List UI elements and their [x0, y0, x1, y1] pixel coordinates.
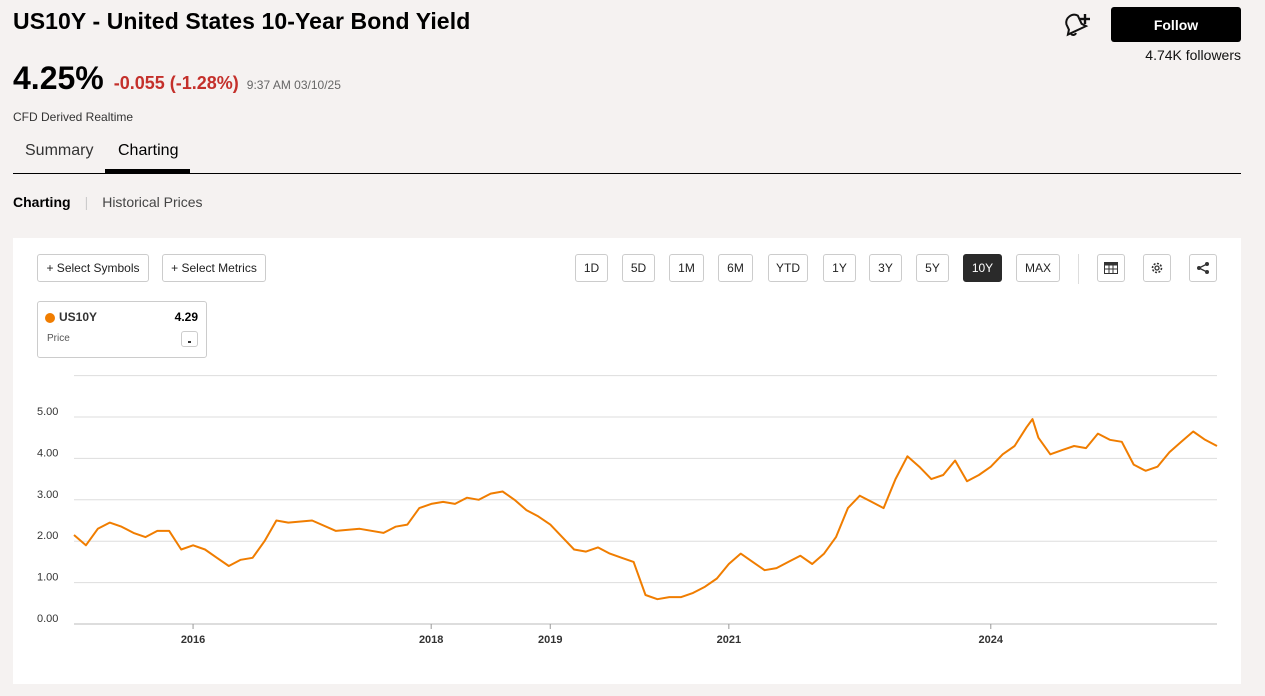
- follower-count: 4.74K followers: [1145, 47, 1241, 63]
- quote-row: 4.25% -0.055 (-1.28%) 9:37 AM 03/10/25: [13, 60, 341, 97]
- x-tick-label: 2024: [979, 634, 1004, 646]
- subnav-separator: |: [84, 194, 89, 210]
- x-tick-label: 2019: [538, 634, 562, 646]
- series-line: [73, 418, 1218, 601]
- tab-summary[interactable]: Summary: [25, 142, 93, 160]
- y-tick-label: 0.00: [37, 613, 58, 625]
- subnav: Charting | Historical Prices: [13, 194, 203, 210]
- chart-panel: + Select Symbols + Select Metrics 1D 5D …: [13, 238, 1241, 684]
- x-tick-label: 2021: [717, 634, 741, 646]
- data-source-note: CFD Derived Realtime: [13, 110, 134, 124]
- y-tick-label: 4.00: [37, 447, 58, 459]
- y-tick-label: 5.00: [37, 406, 58, 418]
- price-change: -0.055 (-1.28%): [113, 73, 239, 93]
- x-tick-label: 2018: [419, 634, 443, 646]
- tab-charting[interactable]: Charting: [118, 142, 178, 160]
- y-tick-label: 1.00: [37, 572, 58, 584]
- y-tick-label: 3.00: [37, 489, 58, 501]
- x-tick-label: 2016: [181, 634, 205, 646]
- active-tab-indicator: [105, 169, 190, 173]
- quote-timestamp: 9:37 AM 03/10/25: [246, 78, 341, 92]
- y-tick-label: 2.00: [37, 530, 58, 542]
- subnav-charting[interactable]: Charting: [13, 194, 71, 210]
- yield-line-chart: 5.00 4.00 3.00 2.00 1.00 0.00 2016 2018 2019 2021…: [37, 375, 1218, 646]
- page-title: US10Y - United States 10-Year Bond Yield: [13, 8, 471, 34]
- price-value: 4.25%: [13, 60, 104, 96]
- bell-plus-icon[interactable]: [1058, 9, 1094, 39]
- subnav-historical-prices[interactable]: Historical Prices: [102, 194, 202, 210]
- follow-button[interactable]: Follow: [1111, 7, 1241, 42]
- tab-bar: Summary Charting: [13, 134, 1241, 174]
